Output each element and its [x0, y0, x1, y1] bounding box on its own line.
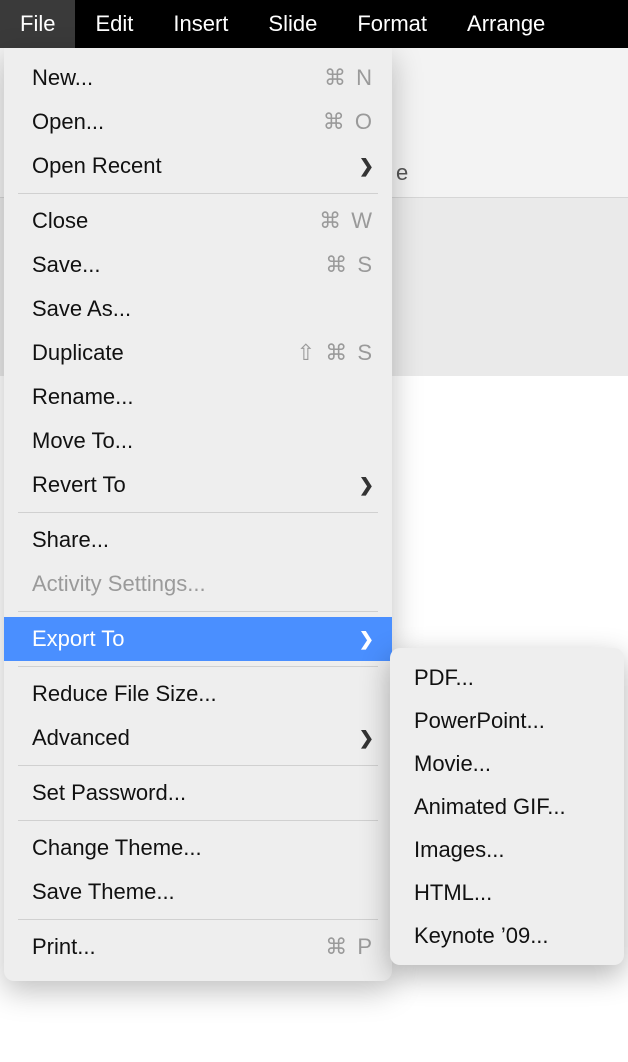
menu-label: Open...: [32, 109, 323, 135]
menu-shortcut: ⌘ S: [325, 252, 374, 278]
menubar-label: Arrange: [467, 11, 545, 37]
chevron-right-icon: ❯: [359, 728, 374, 749]
chevron-right-icon: ❯: [359, 156, 374, 177]
chevron-right-icon: ❯: [359, 475, 374, 496]
menu-item-duplicate[interactable]: Duplicate ⇧ ⌘ S: [4, 331, 392, 375]
menu-item-open[interactable]: Open... ⌘ O: [4, 100, 392, 144]
menu-label: Open Recent: [32, 153, 359, 179]
menu-label: PDF...: [414, 665, 606, 691]
menu-label: Print...: [32, 934, 325, 960]
menubar-item-edit[interactable]: Edit: [75, 0, 153, 48]
menubar-item-format[interactable]: Format: [337, 0, 447, 48]
menu-label: Export To: [32, 626, 359, 652]
menu-divider: [18, 919, 378, 920]
menubar-item-insert[interactable]: Insert: [153, 0, 248, 48]
menu-divider: [18, 820, 378, 821]
menu-label: Rename...: [32, 384, 374, 410]
menubar-label: Format: [357, 11, 427, 37]
menubar-label: Slide: [268, 11, 317, 37]
menu-item-close[interactable]: Close ⌘ W: [4, 199, 392, 243]
export-to-submenu: PDF... PowerPoint... Movie... Animated G…: [390, 648, 624, 965]
submenu-item-keynote09[interactable]: Keynote ’09...: [390, 914, 624, 957]
menubar: File Edit Insert Slide Format Arrange: [0, 0, 628, 48]
menu-label: Advanced: [32, 725, 359, 751]
menu-item-save[interactable]: Save... ⌘ S: [4, 243, 392, 287]
menu-item-activity-settings: Activity Settings...: [4, 562, 392, 606]
menu-label: Keynote ’09...: [414, 923, 606, 949]
menu-item-print[interactable]: Print... ⌘ P: [4, 925, 392, 969]
menu-item-set-password[interactable]: Set Password...: [4, 771, 392, 815]
menu-divider: [18, 193, 378, 194]
menu-item-reduce-file-size[interactable]: Reduce File Size...: [4, 672, 392, 716]
menu-item-export-to[interactable]: Export To ❯: [4, 617, 392, 661]
menu-label: Images...: [414, 837, 606, 863]
menu-label: Activity Settings...: [32, 571, 374, 597]
menu-item-move-to[interactable]: Move To...: [4, 419, 392, 463]
menu-label: Animated GIF...: [414, 794, 606, 820]
menu-label: Save Theme...: [32, 879, 374, 905]
menu-label: PowerPoint...: [414, 708, 606, 734]
chevron-right-icon: ❯: [359, 629, 374, 650]
menu-label: Revert To: [32, 472, 359, 498]
menubar-item-slide[interactable]: Slide: [248, 0, 337, 48]
menu-label: Duplicate: [32, 340, 297, 366]
menu-item-save-theme[interactable]: Save Theme...: [4, 870, 392, 914]
menu-shortcut: ⌘ W: [319, 208, 374, 234]
file-menu-dropdown: New... ⌘ N Open... ⌘ O Open Recent ❯ Clo…: [4, 48, 392, 981]
menu-label: Change Theme...: [32, 835, 374, 861]
menu-divider: [18, 512, 378, 513]
menu-label: Save As...: [32, 296, 374, 322]
submenu-item-animated-gif[interactable]: Animated GIF...: [390, 785, 624, 828]
menubar-label: Edit: [95, 11, 133, 37]
menu-shortcut: ⌘ O: [323, 109, 374, 135]
menu-label: New...: [32, 65, 324, 91]
obscured-text: e: [396, 160, 408, 186]
menu-item-save-as[interactable]: Save As...: [4, 287, 392, 331]
menu-item-new[interactable]: New... ⌘ N: [4, 56, 392, 100]
submenu-item-images[interactable]: Images...: [390, 828, 624, 871]
menu-divider: [18, 666, 378, 667]
menu-shortcut: ⌘ P: [325, 934, 374, 960]
menu-shortcut: ⌘ N: [324, 65, 374, 91]
menu-item-share[interactable]: Share...: [4, 518, 392, 562]
submenu-item-html[interactable]: HTML...: [390, 871, 624, 914]
menu-item-change-theme[interactable]: Change Theme...: [4, 826, 392, 870]
submenu-item-movie[interactable]: Movie...: [390, 742, 624, 785]
menu-divider: [18, 611, 378, 612]
menubar-label: File: [20, 11, 55, 37]
menu-item-open-recent[interactable]: Open Recent ❯: [4, 144, 392, 188]
menu-item-revert-to[interactable]: Revert To ❯: [4, 463, 392, 507]
menubar-item-file[interactable]: File: [0, 0, 75, 48]
menu-label: Save...: [32, 252, 325, 278]
menubar-label: Insert: [173, 11, 228, 37]
menu-label: Movie...: [414, 751, 606, 777]
menu-label: Close: [32, 208, 319, 234]
menu-label: Share...: [32, 527, 374, 553]
menu-shortcut: ⇧ ⌘ S: [297, 340, 374, 366]
menu-item-rename[interactable]: Rename...: [4, 375, 392, 419]
submenu-item-pdf[interactable]: PDF...: [390, 656, 624, 699]
menu-label: HTML...: [414, 880, 606, 906]
submenu-item-powerpoint[interactable]: PowerPoint...: [390, 699, 624, 742]
menu-label: Set Password...: [32, 780, 374, 806]
menu-label: Move To...: [32, 428, 374, 454]
menubar-item-arrange[interactable]: Arrange: [447, 0, 565, 48]
menu-divider: [18, 765, 378, 766]
menu-item-advanced[interactable]: Advanced ❯: [4, 716, 392, 760]
menu-label: Reduce File Size...: [32, 681, 374, 707]
